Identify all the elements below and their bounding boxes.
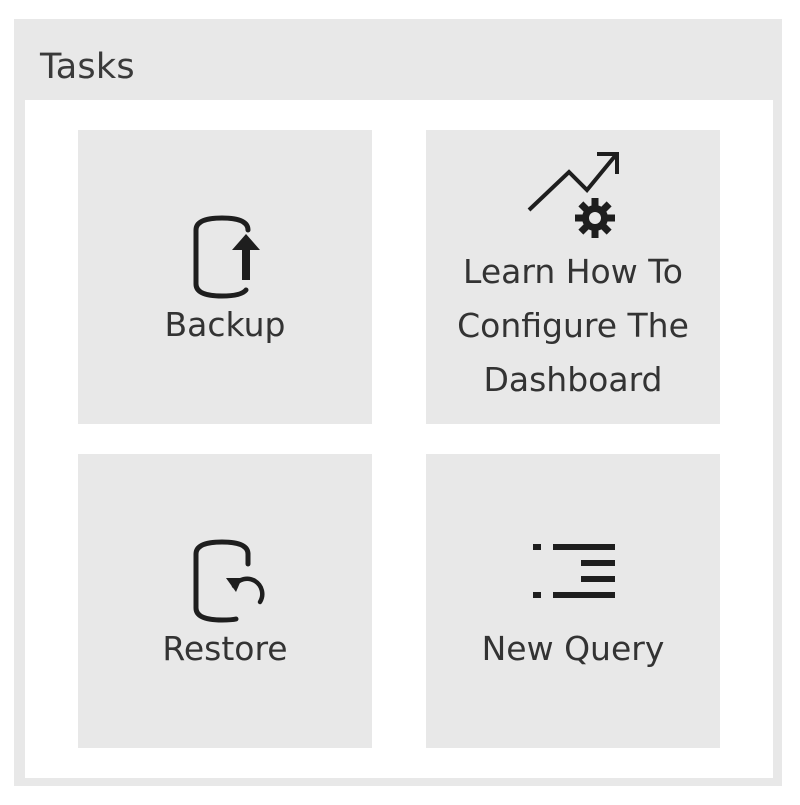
learn-label-line-1: Learn How To [463,252,683,291]
tasks-grid: Backup Learn How To Configure The Dashbo… [25,100,773,778]
backup-icon [176,202,276,302]
restore-task-button[interactable]: Restore [78,454,372,748]
backup-label: Backup [164,305,286,344]
new-query-icon [527,538,619,606]
restore-label: Restore [162,629,288,668]
new-query-label: New Query [481,629,665,668]
widget-title: Tasks [40,47,135,87]
restore-icon [176,526,276,626]
learn-configure-dashboard-label: Learn How To Configure The Dashboard [426,245,720,407]
trend-gear-icon [525,148,621,244]
widget-header: Tasks [14,19,782,99]
tasks-widget: Tasks Backup Learn How To Configure The … [14,19,782,786]
backup-task-button[interactable]: Backup [78,130,372,424]
learn-label-line-3: Dashboard [483,360,663,399]
learn-configure-dashboard-button[interactable]: Learn How To Configure The Dashboard [426,130,720,424]
new-query-task-button[interactable]: New Query [426,454,720,748]
learn-label-line-2: Configure The [457,306,689,345]
